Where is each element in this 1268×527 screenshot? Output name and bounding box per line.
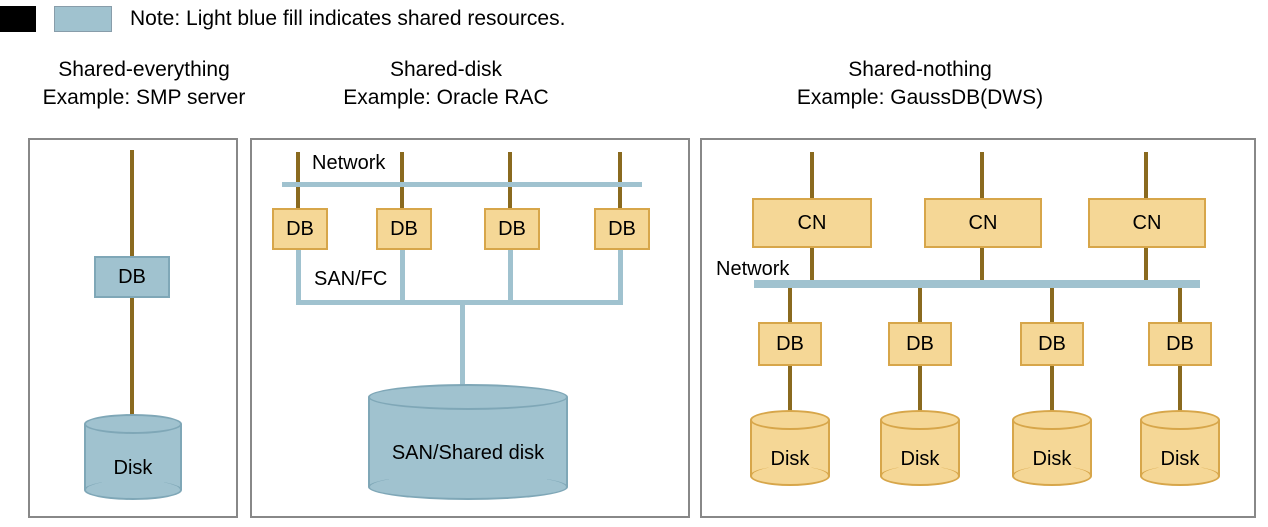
p3-disk4: Disk xyxy=(1140,410,1220,486)
p3-db1: DB xyxy=(758,322,822,366)
p2-san-disk-label: SAN/Shared disk xyxy=(368,442,568,465)
p2-stem2 xyxy=(400,152,404,208)
p3-cn-stem1 xyxy=(810,152,814,200)
p3-db-v3 xyxy=(1050,288,1054,322)
p1-disk-label: Disk xyxy=(84,457,182,480)
p3-disk-v2 xyxy=(918,366,922,412)
p2-san-disk: SAN/Shared disk xyxy=(368,384,568,500)
p2-db2: DB xyxy=(376,208,432,250)
col1-title: Shared-everything Example: SMP server xyxy=(34,56,254,113)
p3-db-v4 xyxy=(1178,288,1182,322)
p2-sanfc-label: SAN/FC xyxy=(314,268,387,291)
col3-title-line1: Shared-nothing xyxy=(848,58,992,81)
p2-trunk xyxy=(460,300,465,386)
col2-title: Shared-disk Example: Oracle RAC xyxy=(316,56,576,113)
p2-v1 xyxy=(296,250,301,302)
panel-shared-nothing: CN CN CN Network DB DB DB DB Disk Disk D… xyxy=(700,138,1256,518)
legend-note: Note: Light blue fill indicates shared r… xyxy=(130,7,565,31)
col3-title: Shared-nothing Example: GaussDB(DWS) xyxy=(760,56,1080,113)
legend-swatch xyxy=(54,6,112,32)
p2-stem1 xyxy=(296,152,300,208)
panel-shared-disk: Network DB DB DB DB SAN/FC SAN/Shared di… xyxy=(250,138,690,518)
p3-cn-stem3 xyxy=(1144,152,1148,200)
p3-db4: DB xyxy=(1148,322,1212,366)
p2-db4-label: DB xyxy=(608,218,636,241)
p3-cn-stem2 xyxy=(980,152,984,200)
col2-title-line2: Example: Oracle RAC xyxy=(343,86,548,109)
p3-cn1-label: CN xyxy=(798,212,827,235)
p3-db2-label: DB xyxy=(906,333,934,356)
p2-db1: DB xyxy=(272,208,328,250)
p3-disk4-label: Disk xyxy=(1140,448,1220,471)
p2-network-label: Network xyxy=(312,152,385,175)
col2-title-line1: Shared-disk xyxy=(390,58,502,81)
p2-db2-label: DB xyxy=(390,218,418,241)
col3-title-line2: Example: GaussDB(DWS) xyxy=(797,86,1043,109)
p3-disk1: Disk xyxy=(750,410,830,486)
col1-title-line2: Example: SMP server xyxy=(43,86,246,109)
p3-disk-v1 xyxy=(788,366,792,412)
p3-cn3: CN xyxy=(1088,198,1206,248)
p3-db4-label: DB xyxy=(1166,333,1194,356)
p3-cn2: CN xyxy=(924,198,1042,248)
p2-db3: DB xyxy=(484,208,540,250)
p3-cn1: CN xyxy=(752,198,872,248)
p3-db2: DB xyxy=(888,322,952,366)
p2-v3 xyxy=(508,250,513,302)
p2-v2 xyxy=(400,250,405,302)
p3-disk3: Disk xyxy=(1012,410,1092,486)
p3-network-bar xyxy=(754,280,1200,288)
p3-cn3-label: CN xyxy=(1133,212,1162,235)
p1-db-node: DB xyxy=(94,256,170,298)
p3-disk2: Disk xyxy=(880,410,960,486)
p3-cn-v1 xyxy=(810,248,814,280)
p2-network-line xyxy=(282,182,642,187)
p3-db3-label: DB xyxy=(1038,333,1066,356)
p2-db1-label: DB xyxy=(286,218,314,241)
p3-network-label: Network xyxy=(716,258,789,281)
p3-db3: DB xyxy=(1020,322,1084,366)
p2-stem4 xyxy=(618,152,622,208)
p2-v4 xyxy=(618,250,623,302)
legend-row: Note: Light blue fill indicates shared r… xyxy=(0,6,565,32)
p1-db-label: DB xyxy=(118,266,146,289)
legend-black-block xyxy=(0,6,36,32)
p3-cn-v2 xyxy=(980,248,984,280)
p1-disk: Disk xyxy=(84,414,182,500)
p3-disk1-label: Disk xyxy=(750,448,830,471)
p3-disk3-label: Disk xyxy=(1012,448,1092,471)
p3-db-v2 xyxy=(918,288,922,322)
p3-cn-v3 xyxy=(1144,248,1148,280)
p3-cn2-label: CN xyxy=(969,212,998,235)
panel-shared-everything: DB Disk xyxy=(28,138,238,518)
p3-db1-label: DB xyxy=(776,333,804,356)
p3-db-v1 xyxy=(788,288,792,322)
p2-db4: DB xyxy=(594,208,650,250)
p2-stem3 xyxy=(508,152,512,208)
p3-disk2-label: Disk xyxy=(880,448,960,471)
p2-db3-label: DB xyxy=(498,218,526,241)
col1-title-line1: Shared-everything xyxy=(58,58,230,81)
p3-disk-v4 xyxy=(1178,366,1182,412)
p3-disk-v3 xyxy=(1050,366,1054,412)
